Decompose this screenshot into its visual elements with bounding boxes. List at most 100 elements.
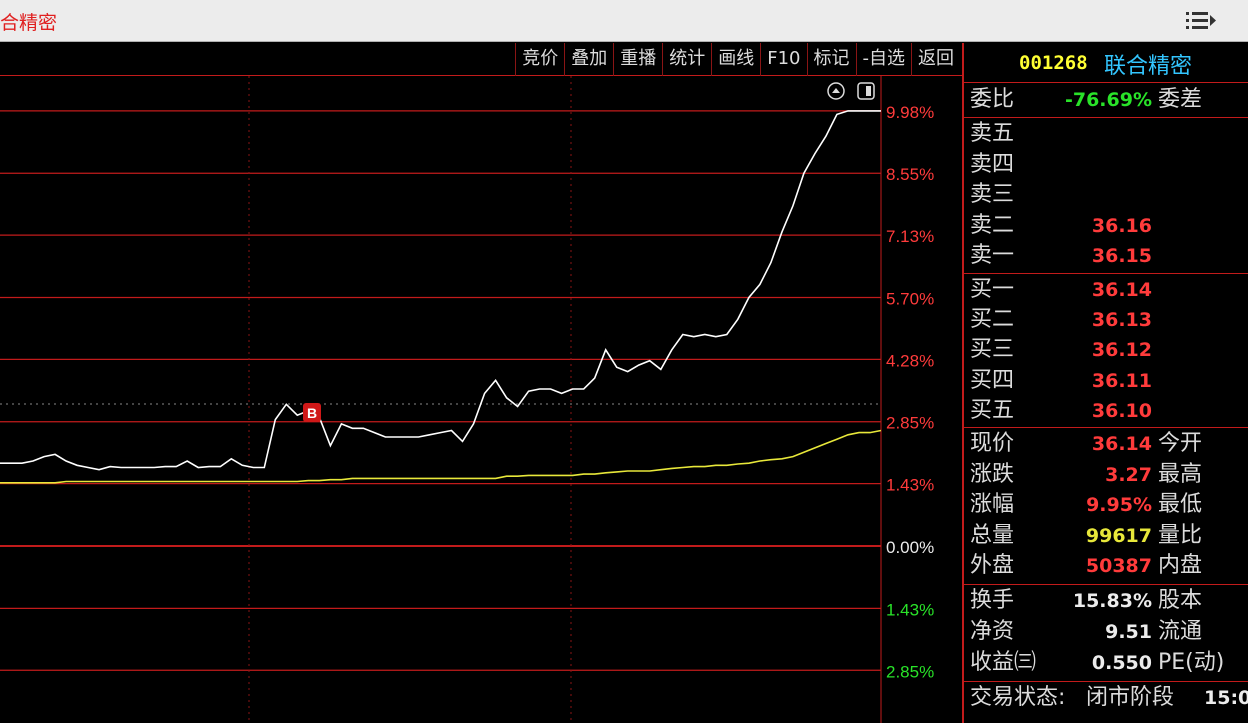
weicha-label: 委差	[1158, 87, 1203, 112]
fund-0-value: 15.83%	[1072, 590, 1152, 612]
y-tick-label: 2.85%	[886, 414, 934, 433]
divider	[964, 681, 1248, 682]
chart-toolbar: 竞价 叠加 重播 统计 画线 F10 标记 -自选 返回	[0, 43, 962, 76]
bid-1-row: 买一 36.14	[964, 275, 1248, 305]
toolbar-button-5[interactable]: F10	[760, 43, 806, 76]
ask-4-label: 卖四	[970, 151, 1015, 177]
stat-3-label2: 量比	[1158, 522, 1203, 548]
ask-4-row: 卖四	[964, 150, 1248, 180]
fund-0-row: 换手 15.83% 股本	[964, 586, 1248, 616]
chart-canvas[interactable]: 9.98% 8.55% 7.13% 5.70% 4.28% 2.85% 1.43% 0.00%…	[0, 76, 962, 723]
bid-5-label: 买五	[970, 397, 1015, 423]
bid-1-value: 36.14	[1091, 279, 1152, 301]
stat-0-label2: 今开	[1158, 431, 1203, 456]
ask-3-row: 卖三	[964, 180, 1248, 210]
bid-2-label: 买二	[970, 307, 1015, 333]
trade-status-time: 15:00	[1204, 687, 1248, 709]
toolbar-button-6[interactable]: 标记	[806, 43, 856, 76]
y-tick-label: 9.98%	[886, 103, 934, 122]
stat-2-label: 涨幅	[970, 492, 1015, 518]
bid-5-row: 买五 36.10	[964, 396, 1248, 426]
stock-name: 联合精密	[1104, 54, 1193, 79]
panel-toggle-icon[interactable]	[857, 82, 875, 100]
divider	[964, 273, 1248, 274]
ask-5-row: 卖五	[964, 119, 1248, 149]
toolbar-button-4[interactable]: 画线	[711, 43, 760, 76]
stock-code: 001268	[1019, 52, 1088, 74]
fund-2-label2: PE(动)	[1158, 650, 1225, 675]
stat-1-label: 涨跌	[970, 461, 1015, 487]
ask-1-label: 卖一	[970, 243, 1015, 268]
ask-1-value: 36.15	[1091, 245, 1152, 267]
ask-2-row: 卖二 36.16	[964, 211, 1248, 241]
fund-2-label: 收益㈢	[970, 650, 1037, 675]
fund-1-label2: 流通	[1158, 619, 1203, 644]
fund-1-value: 9.51	[1105, 621, 1152, 643]
stat-4-label2: 内盘	[1158, 553, 1203, 579]
toolbar-button-2[interactable]: 重播	[613, 43, 662, 76]
y-tick-label: 0.00%	[886, 538, 934, 557]
trade-status-row: 交易状态: 闭市阶段 15:00	[964, 683, 1248, 713]
ask-3-label: 卖三	[970, 182, 1015, 207]
quote-panel: 001268 联合精密 委比 -76.69% 委差 卖五卖四卖三卖二 36.16 卖…	[962, 43, 1248, 723]
up-arrow-icon[interactable]	[827, 82, 845, 100]
stat-0-value: 36.14	[1091, 433, 1152, 455]
stat-4-value: 50387	[1085, 555, 1152, 578]
list-menu-icon[interactable]	[1184, 9, 1218, 33]
divider	[964, 427, 1248, 428]
ask-1-row: 卖一 36.15	[964, 241, 1248, 271]
toolbar-button-7[interactable]: -自选	[855, 43, 912, 76]
buy-marker-label: B	[307, 405, 317, 421]
y-tick-label: 4.28%	[886, 351, 934, 370]
bid-5-value: 36.10	[1091, 399, 1152, 422]
stat-2-value: 9.95%	[1086, 494, 1152, 517]
stat-2-label2: 最低	[1158, 492, 1203, 518]
toolbar-button-1[interactable]: 叠加	[564, 43, 613, 76]
weibi-value: -76.69%	[1064, 89, 1152, 111]
fund-2-value: 0.550	[1091, 652, 1152, 674]
bid-1-label: 买一	[970, 277, 1015, 302]
bid-2-row: 买二 36.13	[964, 305, 1248, 335]
intraday-chart[interactable]: 9.98% 8.55% 7.13% 5.70% 4.28% 2.85% 1.43% 0.00%…	[0, 76, 962, 723]
stock-header: 001268 联合精密	[964, 43, 1248, 83]
fund-0-label2: 股本	[1158, 588, 1203, 613]
toolbar-button-0[interactable]: 竞价	[515, 43, 564, 76]
y-tick-label: 1.43%	[886, 476, 934, 495]
average-line	[0, 429, 882, 484]
weibi-row: 委比 -76.69% 委差	[964, 85, 1248, 115]
y-tick-label: 1.43%	[886, 600, 934, 619]
stat-3-label: 总量	[970, 522, 1015, 548]
stat-3-row: 总量 99617 量比	[964, 521, 1248, 551]
title-bar: 合精密	[0, 0, 1248, 42]
price-line	[0, 110, 881, 471]
bid-4-row: 买四 36.11	[964, 366, 1248, 396]
divider	[964, 584, 1248, 585]
bid-4-value: 36.11	[1091, 369, 1152, 392]
stat-1-row: 涨跌 3.27 最高	[964, 460, 1248, 490]
y-tick-label: 8.55%	[886, 165, 934, 184]
stat-3-value: 99617	[1085, 524, 1152, 547]
bid-3-value: 36.12	[1091, 339, 1152, 362]
fund-2-row: 收益㈢ 0.550 PE(动)	[964, 648, 1248, 678]
stat-1-label2: 最高	[1158, 461, 1203, 487]
stat-0-label: 现价	[970, 431, 1015, 456]
y-tick-label: 5.70%	[886, 289, 934, 308]
trade-status-label: 交易状态:	[970, 685, 1066, 710]
stat-2-row: 涨幅 9.95% 最低	[964, 490, 1248, 520]
toolbar-button-3[interactable]: 统计	[662, 43, 711, 76]
y-tick-label: 7.13%	[886, 227, 934, 246]
ask-2-value: 36.16	[1091, 214, 1152, 237]
trade-status-value: 闭市阶段	[1086, 685, 1175, 710]
y-tick-label: 2.85%	[886, 662, 934, 681]
toolbar-button-8[interactable]: 返回	[911, 43, 960, 76]
fund-1-label: 净资	[970, 619, 1015, 644]
stat-4-row: 外盘 50387 内盘	[964, 551, 1248, 581]
ask-5-label: 卖五	[970, 121, 1015, 146]
bid-2-value: 36.13	[1091, 309, 1152, 332]
bid-3-label: 买三	[970, 337, 1015, 363]
stat-1-value: 3.27	[1105, 463, 1152, 486]
fund-0-label: 换手	[970, 588, 1015, 613]
stat-0-row: 现价 36.14 今开	[964, 429, 1248, 459]
bid-4-label: 买四	[970, 367, 1015, 393]
window-title: 合精密	[0, 12, 58, 34]
